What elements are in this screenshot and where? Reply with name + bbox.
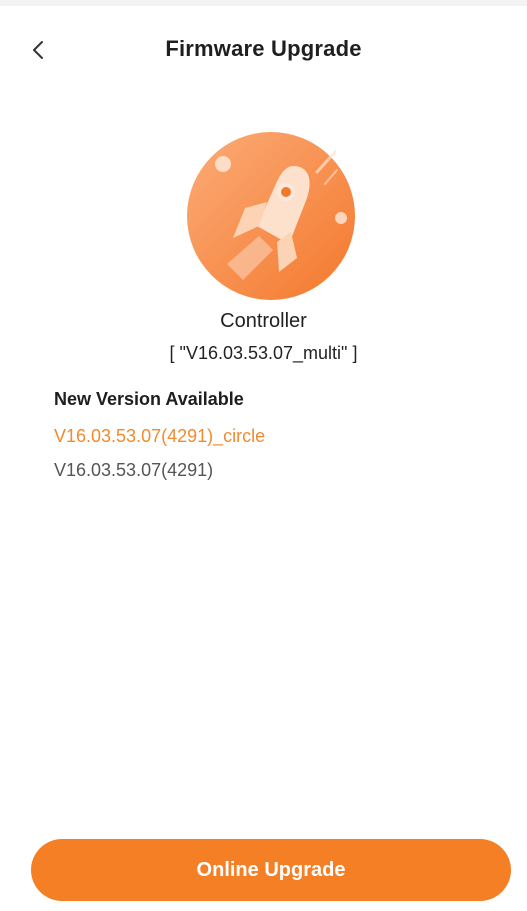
page-title: Firmware Upgrade bbox=[165, 36, 362, 61]
rocket-icon bbox=[187, 132, 355, 300]
base-version-label: V16.03.53.07(4291) bbox=[54, 460, 214, 480]
rocket-illustration bbox=[187, 132, 355, 300]
device-current-version: [ "V16.03.53.07_multi" ] bbox=[169, 343, 358, 363]
online-upgrade-button[interactable]: Online Upgrade bbox=[31, 839, 511, 901]
device-name: Controller bbox=[220, 310, 307, 332]
new-version-label: V16.03.53.07(4291)_circle bbox=[54, 426, 266, 446]
new-version-heading: New Version Available bbox=[54, 389, 244, 409]
page-header: Firmware Upgrade bbox=[0, 6, 527, 94]
